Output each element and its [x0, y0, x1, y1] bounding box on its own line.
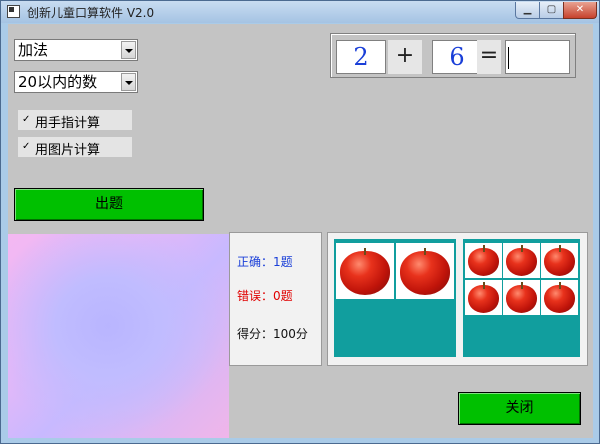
apple-image-cell	[541, 243, 578, 278]
picture-group-1	[334, 239, 456, 357]
background-image	[8, 234, 229, 438]
maximize-button[interactable]: ▢	[539, 2, 564, 19]
operation-select[interactable]: 加法	[14, 39, 138, 61]
apple-icon	[506, 282, 537, 313]
operator-plus: +	[388, 40, 422, 74]
apple-icon	[544, 245, 575, 276]
apple-icon	[544, 282, 575, 313]
score-points: 得分：100分	[237, 327, 308, 341]
checkbox-checked-icon[interactable]: ✓	[22, 142, 32, 152]
generate-question-label: 出题	[95, 196, 123, 212]
operation-select-value: 加法	[18, 41, 49, 59]
answer-input[interactable]	[505, 40, 570, 74]
wrong-count: 错误：0题	[237, 289, 293, 303]
chevron-down-icon[interactable]	[121, 41, 136, 59]
close-button[interactable]: 关闭	[458, 392, 581, 425]
finger-checkbox-label: 用手指计算	[35, 116, 101, 131]
apple-image-cell	[465, 243, 502, 278]
equals-sign: =	[477, 40, 501, 74]
operand-1-box: 2	[336, 40, 386, 74]
equation-panel: 2 + 6 =	[330, 33, 576, 78]
minimize-button[interactable]: ▁	[515, 2, 540, 19]
generate-question-button[interactable]: 出题	[14, 188, 204, 221]
apple-icon	[340, 248, 390, 295]
title-bar[interactable]: 创新儿童口算软件 V2.0 ▁ ▢ ✕	[1, 1, 599, 23]
picture-panel	[327, 232, 588, 366]
finger-checkbox[interactable]: ✓ 用手指计算	[18, 110, 132, 131]
correct-count: 正确：1题	[237, 255, 293, 269]
picture-checkbox-label: 用图片计算	[35, 143, 101, 158]
checkbox-checked-icon[interactable]: ✓	[22, 115, 32, 125]
text-cursor	[508, 47, 509, 69]
window-title: 创新儿童口算软件 V2.0	[27, 6, 155, 20]
apple-image-cell	[396, 243, 454, 299]
chevron-down-icon[interactable]	[121, 73, 136, 91]
apple-image-cell	[541, 280, 578, 315]
app-icon[interactable]	[7, 5, 20, 18]
close-button-label: 关闭	[505, 400, 534, 416]
range-select-value: 20以内的数	[18, 73, 98, 91]
app-window: 创新儿童口算软件 V2.0 ▁ ▢ ✕ 加法 20以内的数 ✓ 用手指计算 ✓ …	[0, 0, 600, 444]
apple-image-cell	[503, 280, 540, 315]
apple-image-cell	[336, 243, 394, 299]
apple-image-cell	[465, 280, 502, 315]
client-area: 加法 20以内的数 ✓ 用手指计算 ✓ 用图片计算 出题 2 + 6 = 正确：…	[8, 24, 593, 438]
apple-image-cell	[503, 243, 540, 278]
operand-2-box: 6	[432, 40, 482, 74]
apple-icon	[468, 282, 499, 313]
picture-checkbox[interactable]: ✓ 用图片计算	[18, 137, 132, 158]
picture-group-2	[463, 239, 580, 357]
range-select[interactable]: 20以内的数	[14, 71, 138, 93]
apple-icon	[468, 245, 499, 276]
close-window-button[interactable]: ✕	[563, 2, 597, 19]
apple-icon	[506, 245, 537, 276]
apple-icon	[400, 248, 450, 295]
score-panel: 正确：1题 错误：0题 得分：100分	[229, 232, 322, 366]
